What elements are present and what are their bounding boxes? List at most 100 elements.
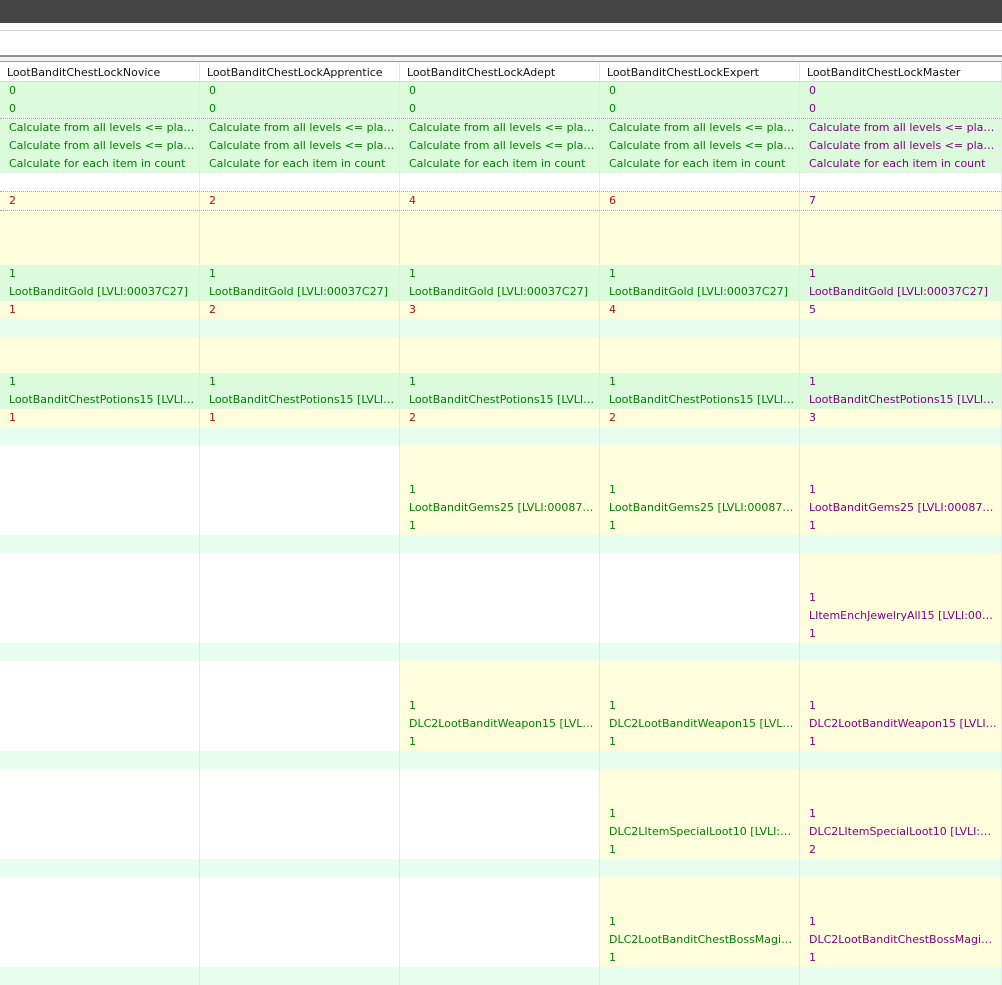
table-row[interactable]: LItemEnchJewelryAll15 [LVLI:00108...	[0, 607, 1002, 625]
table-cell[interactable]: 1	[800, 913, 1002, 931]
table-cell[interactable]: Calculate from all levels <= player's le…	[400, 137, 600, 155]
table-cell[interactable]	[200, 211, 400, 229]
column-header-novice[interactable]: LootBanditChestLockNovice	[0, 63, 200, 81]
table-row[interactable]: LootBanditGems25 [LVLI:0008778C] LootBand…	[0, 499, 1002, 517]
table-cell[interactable]	[0, 445, 200, 463]
table-cell[interactable]: LootBanditChestPotions15 [LVLI:000...	[400, 391, 600, 409]
table-cell[interactable]: LootBanditChestPotions15 [LVLI:000...	[600, 391, 800, 409]
table-cell[interactable]: Calculate from all levels <= player's le…	[600, 119, 800, 137]
table-cell[interactable]: Calculate for each item in count	[200, 155, 400, 173]
column-header-apprentice[interactable]: LootBanditChestLockApprentice	[200, 63, 400, 81]
table-row[interactable]	[0, 859, 1002, 877]
table-cell[interactable]	[400, 823, 600, 841]
table-cell[interactable]	[400, 589, 600, 607]
table-row[interactable]	[0, 679, 1002, 697]
table-cell[interactable]	[200, 535, 400, 553]
table-cell[interactable]: LootBanditChestPotions15 [LVLI:000...	[800, 391, 1002, 409]
table-row[interactable]: 11	[0, 913, 1002, 931]
table-cell[interactable]	[200, 571, 400, 589]
table-cell[interactable]: 1	[200, 373, 400, 391]
table-cell[interactable]	[600, 625, 800, 643]
table-cell[interactable]	[400, 931, 600, 949]
table-cell[interactable]	[400, 553, 600, 571]
table-cell[interactable]	[800, 229, 1002, 247]
table-row[interactable]: 12	[0, 841, 1002, 859]
table-cell[interactable]: 1	[600, 373, 800, 391]
table-cell[interactable]: 1	[400, 265, 600, 283]
table-row[interactable]: 111	[0, 697, 1002, 715]
table-cell[interactable]	[400, 787, 600, 805]
table-cell[interactable]	[0, 841, 200, 859]
table-row[interactable]	[0, 787, 1002, 805]
table-cell[interactable]	[600, 589, 800, 607]
table-cell[interactable]: Calculate from all levels <= player's le…	[200, 137, 400, 155]
table-cell[interactable]	[0, 625, 200, 643]
table-cell[interactable]: Calculate from all levels <= player's le…	[200, 119, 400, 137]
table-cell[interactable]: LItemEnchJewelryAll15 [LVLI:00108...	[800, 607, 1002, 625]
table-cell[interactable]	[800, 173, 1002, 191]
table-cell[interactable]	[400, 445, 600, 463]
table-cell[interactable]	[0, 913, 200, 931]
table-cell[interactable]: 1	[800, 589, 1002, 607]
table-cell[interactable]	[600, 463, 800, 481]
table-row[interactable]	[0, 877, 1002, 895]
table-cell[interactable]	[0, 715, 200, 733]
table-cell[interactable]: 1	[800, 517, 1002, 535]
table-cell[interactable]	[400, 173, 600, 191]
table-cell[interactable]	[200, 643, 400, 661]
table-row[interactable]: 11111	[0, 373, 1002, 391]
table-cell[interactable]	[200, 247, 400, 265]
table-cell[interactable]	[600, 751, 800, 769]
table-cell[interactable]: Calculate from all levels <= player's le…	[800, 119, 1002, 137]
table-cell[interactable]	[800, 355, 1002, 373]
table-cell[interactable]: Calculate from all levels <= player's le…	[0, 137, 200, 155]
table-cell[interactable]	[400, 355, 600, 373]
table-cell[interactable]: 2	[600, 409, 800, 427]
table-cell[interactable]	[200, 787, 400, 805]
table-row[interactable]: DLC2LootBanditWeapon15 [LVLI:... DLC2Loot…	[0, 715, 1002, 733]
table-cell[interactable]	[400, 229, 600, 247]
table-cell[interactable]: 2	[400, 409, 600, 427]
table-cell[interactable]: 1	[0, 265, 200, 283]
table-cell[interactable]: LootBanditGold [LVLI:00037C27]	[400, 283, 600, 301]
table-cell[interactable]: 3	[400, 301, 600, 319]
table-row[interactable]: Calculate from all levels <= player's le…	[0, 119, 1002, 137]
table-cell[interactable]	[0, 679, 200, 697]
table-cell[interactable]	[200, 481, 400, 499]
table-cell[interactable]	[600, 607, 800, 625]
table-cell[interactable]: 1	[200, 409, 400, 427]
table-cell[interactable]	[800, 445, 1002, 463]
table-cell[interactable]	[400, 463, 600, 481]
table-cell[interactable]: DLC2LootBanditWeapon15 [LVLI:...	[800, 715, 1002, 733]
table-cell[interactable]	[400, 661, 600, 679]
table-cell[interactable]	[200, 463, 400, 481]
table-cell[interactable]: 1	[600, 697, 800, 715]
table-row[interactable]	[0, 211, 1002, 229]
table-cell[interactable]	[400, 427, 600, 445]
table-cell[interactable]: Calculate from all levels <= player's le…	[600, 137, 800, 155]
table-cell[interactable]: Calculate from all levels <= player's le…	[0, 119, 200, 137]
table-row[interactable]	[0, 173, 1002, 192]
table-cell[interactable]	[0, 481, 200, 499]
table-cell[interactable]: 1	[600, 841, 800, 859]
table-cell[interactable]: 1	[600, 805, 800, 823]
table-row[interactable]: 111	[0, 517, 1002, 535]
table-cell[interactable]	[600, 247, 800, 265]
table-cell[interactable]	[200, 841, 400, 859]
table-row[interactable]	[0, 643, 1002, 661]
table-cell[interactable]	[200, 931, 400, 949]
table-cell[interactable]: Calculate from all levels <= player's le…	[400, 119, 600, 137]
table-cell[interactable]	[800, 895, 1002, 913]
table-cell[interactable]	[800, 751, 1002, 769]
table-cell[interactable]	[600, 535, 800, 553]
table-cell[interactable]: 0	[600, 100, 800, 118]
table-cell[interactable]	[600, 769, 800, 787]
table-cell[interactable]: Calculate for each item in count	[600, 155, 800, 173]
table-cell[interactable]: DLC2LItemSpecialLoot10 [LVLI:04...	[800, 823, 1002, 841]
table-cell[interactable]	[0, 571, 200, 589]
table-cell[interactable]: 1	[0, 301, 200, 319]
table-cell[interactable]: 0	[200, 82, 400, 100]
table-cell[interactable]: 3	[800, 409, 1002, 427]
table-row[interactable]: 22467	[0, 192, 1002, 211]
table-cell[interactable]	[800, 571, 1002, 589]
